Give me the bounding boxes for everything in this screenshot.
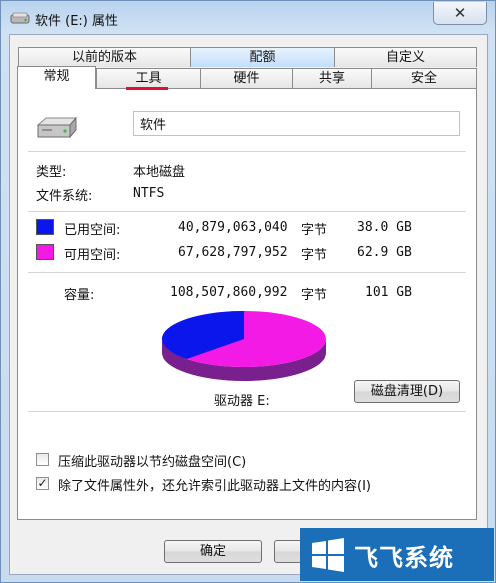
- tab-tools[interactable]: 工具: [96, 68, 201, 88]
- used-space-size: 38.0 GB: [357, 220, 412, 235]
- capacity-unit: 字节: [301, 288, 328, 303]
- used-space-label: 已用空间:: [64, 223, 121, 238]
- disk-cleanup-button[interactable]: 磁盘清理(D): [354, 380, 460, 403]
- type-value: 本地磁盘: [133, 165, 186, 180]
- tab-quota[interactable]: 配额: [190, 47, 335, 67]
- free-space-swatch: [36, 244, 54, 260]
- site-watermark: 飞飞系统: [300, 528, 494, 581]
- tab-previous-versions[interactable]: 以前的版本: [18, 47, 191, 67]
- watermark-text: 飞飞系统: [354, 544, 454, 572]
- type-label: 类型:: [36, 165, 67, 180]
- title-bar: 软件 (E:) 属性 ✕: [1, 1, 495, 35]
- compress-checkbox[interactable]: [36, 453, 49, 466]
- close-button[interactable]: ✕: [433, 2, 487, 25]
- divider: [28, 411, 466, 412]
- hard-drive-icon: [36, 116, 78, 139]
- capacity-size: 101 GB: [365, 285, 412, 300]
- free-space-label: 可用空间:: [64, 248, 121, 263]
- disk-usage-pie-chart: [161, 311, 326, 381]
- free-space-bytes: 67,628,797,952: [178, 245, 288, 260]
- used-space-bytes: 40,879,063,040: [178, 220, 288, 235]
- divider: [28, 151, 466, 152]
- tab-customize[interactable]: 自定义: [334, 47, 477, 67]
- divider: [28, 272, 466, 273]
- compress-checkbox-label[interactable]: 压缩此驱动器以节约磁盘空间(C): [58, 451, 246, 470]
- tab-general[interactable]: 常规: [17, 66, 96, 89]
- ok-button[interactable]: 确定: [164, 540, 262, 563]
- capacity-bytes: 108,507,860,992: [170, 285, 288, 300]
- used-space-unit: 字节: [301, 223, 328, 238]
- index-checkbox-label[interactable]: 除了文件属性外，还允许索引此驱动器上文件的内容(I): [58, 475, 371, 494]
- drive-label: 驱动器 E:: [214, 394, 270, 409]
- index-checkbox[interactable]: ✓: [36, 477, 49, 490]
- annotation-underline: [126, 87, 168, 90]
- drive-icon: [10, 12, 30, 24]
- general-tab-panel: 类型: 本地磁盘 文件系统: NTFS 已用空间: 40,879,063,040…: [17, 88, 477, 520]
- used-space-swatch: [36, 219, 54, 235]
- drive-name-input[interactable]: [133, 111, 460, 136]
- tab-sharing[interactable]: 共享: [292, 68, 372, 88]
- divider: [28, 211, 466, 212]
- tab-hardware[interactable]: 硬件: [200, 68, 293, 88]
- free-space-size: 62.9 GB: [357, 245, 412, 260]
- filesystem-value: NTFS: [133, 186, 165, 201]
- capacity-label: 容量:: [64, 288, 95, 303]
- windows-logo-icon: [312, 538, 344, 572]
- filesystem-label: 文件系统:: [36, 189, 93, 204]
- free-space-unit: 字节: [301, 248, 328, 263]
- window-title: 软件 (E:) 属性: [35, 14, 119, 29]
- tab-security[interactable]: 安全: [371, 68, 477, 88]
